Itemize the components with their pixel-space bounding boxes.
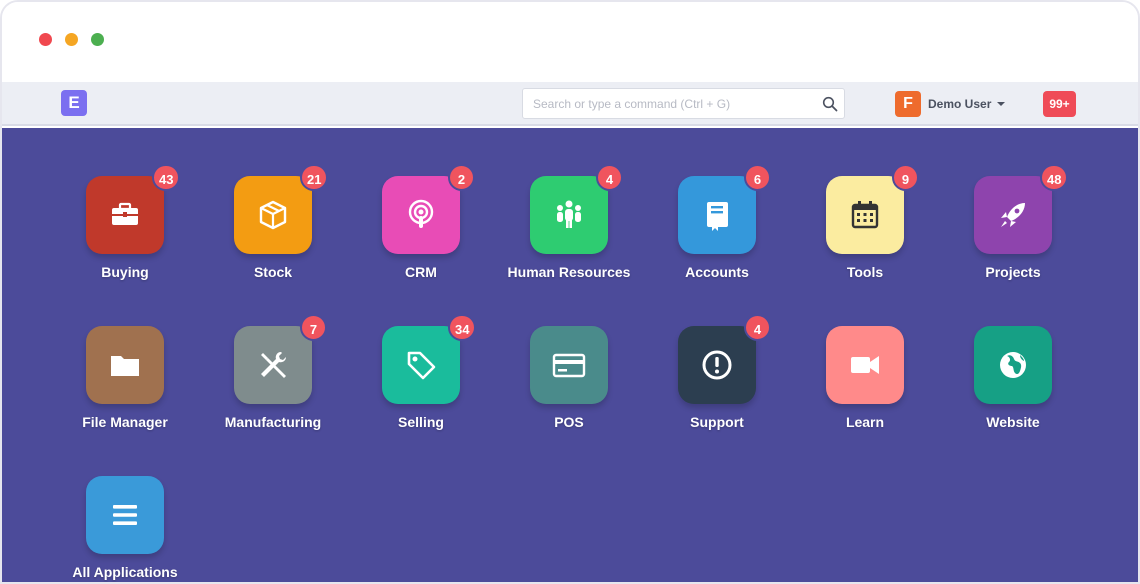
app-tile[interactable] — [382, 176, 460, 254]
count-badge: 4 — [596, 164, 623, 191]
podcast-icon — [408, 199, 434, 228]
app-projects[interactable]: 48 Projects — [939, 164, 1087, 306]
top-navbar: E F Demo User 99+ — [2, 82, 1138, 126]
app-tile[interactable] — [86, 176, 164, 254]
app-accounts[interactable]: 6 Accounts — [643, 164, 791, 306]
app-manufacturing[interactable]: 7 Manufacturing — [199, 314, 347, 456]
app-label[interactable]: File Manager — [51, 414, 199, 430]
app-label[interactable]: CRM — [347, 264, 495, 280]
app-tile[interactable] — [826, 326, 904, 404]
app-tile[interactable] — [678, 326, 756, 404]
count-badge: 9 — [892, 164, 919, 191]
box-icon — [259, 200, 287, 230]
app-pos[interactable]: POS — [495, 326, 643, 456]
app-logo[interactable]: E — [61, 90, 87, 116]
menu-icon — [113, 505, 137, 525]
count-badge: 7 — [300, 314, 327, 341]
rocket-icon — [1001, 203, 1025, 227]
count-badge: 43 — [152, 164, 181, 191]
app-label[interactable]: All Applications — [51, 564, 199, 580]
app-label[interactable]: Buying — [51, 264, 199, 280]
app-learn[interactable]: Learn — [791, 326, 939, 456]
briefcase-icon — [112, 202, 138, 225]
count-badge: 2 — [448, 164, 475, 191]
card-icon — [552, 353, 586, 378]
search-input[interactable] — [533, 94, 813, 114]
app-label[interactable]: Support — [643, 414, 791, 430]
app-tile[interactable] — [86, 476, 164, 554]
app-website[interactable]: Website — [939, 326, 1087, 456]
app-label[interactable]: Learn — [791, 414, 939, 430]
app-tile[interactable] — [86, 326, 164, 404]
app-label[interactable]: Accounts — [643, 264, 791, 280]
app-tile[interactable] — [530, 176, 608, 254]
window-titlebar — [2, 2, 1138, 82]
app-label[interactable]: Stock — [199, 264, 347, 280]
notifications-badge[interactable]: 99+ — [1043, 91, 1076, 117]
video-icon — [851, 356, 879, 374]
close-window-button[interactable] — [39, 33, 52, 46]
app-stock[interactable]: 21 Stock — [199, 164, 347, 306]
calendar-icon — [851, 201, 879, 229]
app-label[interactable]: POS — [495, 414, 643, 430]
app-label[interactable]: Selling — [347, 414, 495, 430]
globe-icon — [1000, 352, 1026, 378]
app-tile[interactable] — [234, 176, 312, 254]
count-badge: 6 — [744, 164, 771, 191]
app-label[interactable]: Tools — [791, 264, 939, 280]
desktop-grid: 43 Buying 21 Stock 2 CRM 4 Human Resources 6 Acco… — [2, 128, 1138, 582]
user-name[interactable]: Demo User — [928, 97, 991, 111]
app-tile[interactable] — [974, 176, 1052, 254]
people-icon — [557, 200, 581, 228]
avatar[interactable]: F — [895, 91, 921, 117]
folder-icon — [111, 356, 139, 376]
app-support[interactable]: 4 Support — [643, 314, 791, 456]
app-crm[interactable]: 2 CRM — [347, 164, 495, 306]
app-label[interactable]: Projects — [939, 264, 1087, 280]
app-label[interactable]: Human Resources — [495, 264, 643, 280]
app-label[interactable]: Website — [939, 414, 1087, 430]
maximize-window-button[interactable] — [91, 33, 104, 46]
minimize-window-button[interactable] — [65, 33, 78, 46]
chevron-down-icon[interactable] — [997, 102, 1006, 106]
app-human-resources[interactable]: 4 Human Resources — [495, 164, 643, 306]
count-badge: 21 — [300, 164, 329, 191]
app-tile[interactable] — [382, 326, 460, 404]
count-badge: 34 — [448, 314, 477, 341]
user-menu[interactable]: F Demo User — [895, 91, 1006, 117]
tag-icon — [407, 351, 436, 380]
app-tile[interactable] — [234, 326, 312, 404]
tools-icon — [261, 352, 286, 378]
app-selling[interactable]: 34 Selling — [347, 314, 495, 456]
app-tile[interactable] — [678, 176, 756, 254]
alert-icon — [702, 350, 732, 380]
app-tile[interactable] — [974, 326, 1052, 404]
app-label[interactable]: Manufacturing — [199, 414, 347, 430]
count-badge: 48 — [1040, 164, 1069, 191]
app-tile[interactable] — [530, 326, 608, 404]
app-window: E F Demo User 99+ 43 Buying 21 Stock 2 CRM 4 Hu… — [0, 0, 1140, 584]
app-all-applications[interactable]: All Applications — [51, 476, 199, 582]
app-buying[interactable]: 43 Buying — [51, 164, 199, 306]
app-tile[interactable] — [826, 176, 904, 254]
app-tools[interactable]: 9 Tools — [791, 164, 939, 306]
search-icon[interactable] — [822, 96, 838, 112]
count-badge: 4 — [744, 314, 771, 341]
book-icon — [707, 202, 728, 231]
search-box[interactable] — [522, 88, 845, 119]
app-file-manager[interactable]: File Manager — [51, 326, 199, 456]
